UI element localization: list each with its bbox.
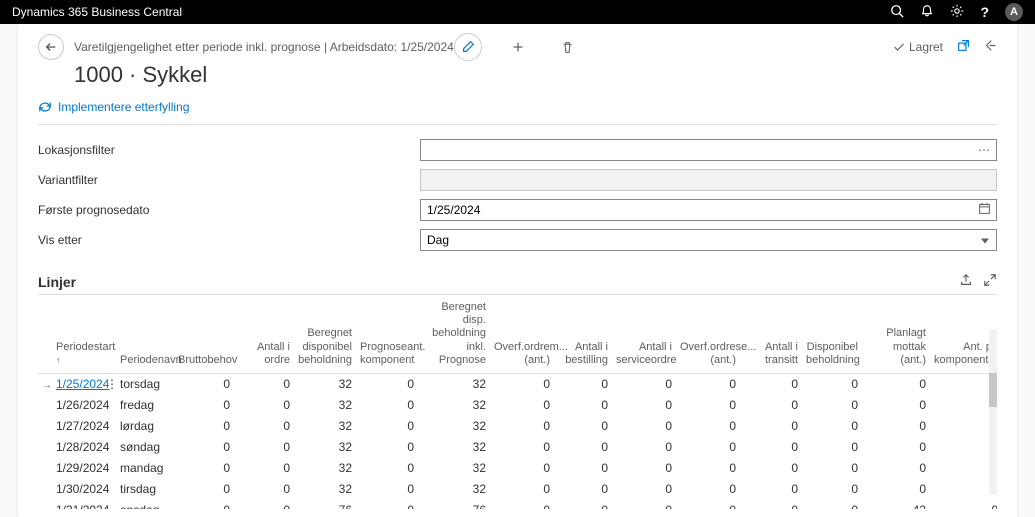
col-onservice[interactable]: Antall i serviceordre — [612, 295, 676, 373]
location-filter-input[interactable] — [420, 139, 997, 161]
showby-label: Vis etter — [38, 233, 420, 247]
share-icon[interactable] — [959, 273, 973, 290]
col-periodstart[interactable]: Periodestart — [56, 341, 115, 353]
first-forecast-input[interactable] — [420, 199, 997, 221]
col-gross[interactable]: Bruttobehov — [174, 295, 234, 373]
row-more-icon[interactable]: ⋮ — [106, 377, 118, 391]
saved-indicator: Lagret — [893, 40, 943, 54]
collapse-icon[interactable] — [984, 39, 997, 55]
lines-table: Periodestart ↑ Periodenavn Bruttobehov An… — [38, 295, 997, 509]
location-filter-label: Lokasjonsfilter — [38, 143, 420, 157]
col-planned[interactable]: Planlagt mottak (ant.) — [862, 295, 930, 373]
saved-label: Lagret — [909, 40, 943, 54]
col-proj[interactable]: Beregnet disponibel beholdning — [294, 295, 356, 373]
current-row-icon: → — [42, 380, 52, 391]
table-row[interactable]: 1/29/2024mandag003203200000000 — [38, 457, 997, 478]
search-icon[interactable] — [890, 4, 904, 21]
popout-icon[interactable] — [957, 39, 970, 55]
topbar: Dynamics 365 Business Central ? A — [0, 0, 1035, 24]
vertical-scrollbar-track[interactable] — [989, 329, 997, 495]
breadcrumb: Varetilgjengelighet etter periode inkl. … — [74, 40, 454, 54]
period-date-link[interactable]: 1/25/2024 — [56, 377, 109, 391]
action-link-label: Implementere etterfylling — [58, 100, 189, 114]
first-forecast-label: Første prognosedato — [38, 203, 420, 217]
product-name: Dynamics 365 Business Central — [12, 5, 890, 19]
variant-filter-label: Variantfilter — [38, 173, 420, 187]
showby-select[interactable]: Dag — [420, 229, 997, 251]
sort-asc-icon: ↑ — [56, 355, 61, 365]
col-onorder[interactable]: Antall i ordre — [234, 295, 294, 373]
col-compqty[interactable]: Ant. på komponentlinj... — [930, 295, 997, 373]
bell-icon[interactable] — [920, 4, 934, 21]
location-lookup-button[interactable]: ⋯ — [971, 139, 997, 161]
table-row[interactable]: 1/30/2024tirsdag003203200000000 — [38, 478, 997, 499]
help-icon[interactable]: ? — [980, 4, 989, 20]
new-button[interactable] — [504, 33, 532, 61]
expand-icon[interactable] — [983, 273, 997, 290]
vertical-scrollbar-thumb[interactable] — [989, 373, 997, 407]
back-button[interactable] — [38, 34, 64, 60]
col-forecastqty[interactable]: Prognoseant. komponent — [356, 295, 418, 373]
table-row[interactable]: →1/25/2024⋮torsdag003203200000000 — [38, 373, 997, 394]
col-projincl[interactable]: Beregnet disp. beholdning inkl. Prognose — [418, 295, 490, 373]
col-periodname[interactable]: Periodenavn — [116, 295, 174, 373]
table-row[interactable]: 1/27/2024lørdag003203200000000 — [38, 415, 997, 436]
implement-refill-action[interactable]: Implementere etterfylling — [38, 100, 997, 125]
col-onpo[interactable]: Antall i bestilling — [554, 295, 612, 373]
col-transtorec[interactable]: Overf.ordrese... (ant.) — [676, 295, 740, 373]
lines-title: Linjer — [38, 274, 76, 290]
avatar[interactable]: A — [1005, 3, 1023, 21]
col-transtoship[interactable]: Overf.ordrem... (ant.) — [490, 295, 554, 373]
delete-button[interactable] — [554, 33, 582, 61]
table-row[interactable]: 1/26/2024fredag003203200000000 — [38, 394, 997, 415]
col-intransit[interactable]: Antall i transitt — [740, 295, 802, 373]
col-available[interactable]: Disponibel beholdning — [802, 295, 862, 373]
edit-button[interactable] — [454, 33, 482, 61]
variant-filter-input — [420, 169, 997, 191]
table-row[interactable]: 1/28/2024søndag003203200000000 — [38, 436, 997, 457]
gear-icon[interactable] — [950, 4, 964, 21]
table-row[interactable]: 1/31/2024onsdag0076076000000420 — [38, 499, 997, 509]
page-title: 1000 · Sykkel — [74, 62, 997, 88]
